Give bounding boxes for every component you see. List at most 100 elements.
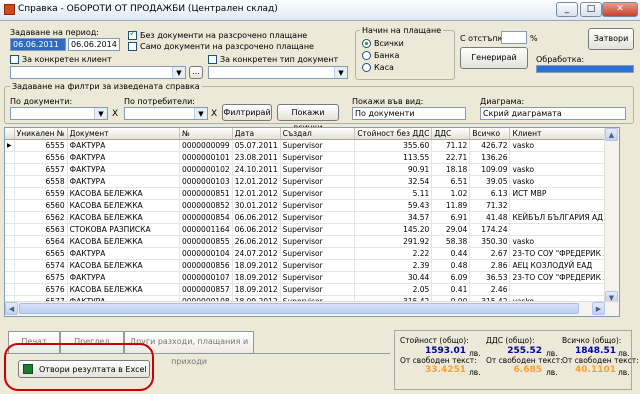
progress-label: Обработка: [536, 55, 585, 64]
vat-free-value: 6.685 [513, 365, 542, 375]
table-row[interactable]: 6563 СТОКОВА РАЗПИСКА 0000001164 06.06.2012… [5, 223, 619, 236]
table-row[interactable]: 6574 КАСОВА БЕЛЕЖКА 0000000856 18.09.2012 Su… [5, 259, 619, 272]
table-row[interactable]: 6557 ФАКТУРА 0000000102 24.10.2011 Superviso… [5, 163, 619, 176]
table-cell: Supervisor [280, 139, 356, 152]
table-cell: 18.09.2012 [232, 283, 281, 296]
table-cell: 36.53 [469, 271, 511, 284]
horizontal-scroll-thumb[interactable] [19, 303, 579, 314]
table-cell: КАСОВА БЕЛЕЖКА [67, 259, 180, 272]
column-header[interactable]: Създал [280, 128, 356, 140]
table-cell: 6.51 [431, 175, 471, 188]
table-cell: 174.24 [469, 223, 511, 236]
table-row[interactable]: 6576 КАСОВА БЕЛЕЖКА 0000000857 18.09.2012 Su… [5, 283, 619, 296]
only-credit-docs-checkbox[interactable] [128, 42, 137, 51]
row-selector[interactable] [5, 247, 15, 260]
close-button[interactable]: Затвори [588, 28, 634, 50]
client-checkbox[interactable] [10, 55, 19, 64]
table-cell: 6559 [14, 187, 68, 200]
row-selector[interactable] [5, 211, 15, 224]
current-row-indicator[interactable]: ▶ [5, 139, 15, 152]
table-cell: ФАКТУРА [67, 247, 180, 260]
table-cell: Supervisor [280, 199, 356, 212]
table-cell: 22.71 [431, 151, 471, 164]
table-row[interactable]: 6556 ФАКТУРА 0000000101 23.08.2011 Superviso… [5, 151, 619, 164]
client-dropdown[interactable]: ▼ [10, 66, 186, 79]
maximize-button[interactable]: □ [580, 2, 602, 17]
diagram-dropdown[interactable]: Скрий диаграмата [480, 107, 626, 120]
table-row[interactable]: 6562 КАСОВА БЕЛЕЖКА 0000000854 06.06.2012 Su… [5, 211, 619, 224]
horizontal-scrollbar[interactable]: ◀ ▶ [5, 301, 619, 316]
by-doc-dropdown[interactable]: ▼ [10, 107, 108, 120]
doc-type-checkbox[interactable] [208, 55, 217, 64]
row-selector[interactable] [5, 223, 15, 236]
row-selector[interactable] [5, 187, 15, 200]
vertical-scrollbar[interactable]: ▲ ▼ [604, 128, 619, 304]
table-cell: 0000000856 [179, 259, 233, 272]
row-selector[interactable] [5, 259, 15, 272]
table-cell: 0000000107 [179, 271, 233, 284]
table-cell: vasko [509, 175, 619, 188]
table-cell: 0000000851 [179, 187, 233, 200]
table-row[interactable]: 6575 ФАКТУРА 0000000107 18.09.2012 Superviso… [5, 271, 619, 284]
table-cell: Supervisor [280, 235, 356, 248]
column-header[interactable]: № [179, 128, 233, 140]
payment-all-label: Всички [374, 39, 404, 48]
column-header[interactable]: Дата [232, 128, 281, 140]
table-cell: Supervisor [280, 151, 356, 164]
table-cell: 90.91 [354, 163, 433, 176]
table-cell: 18.09.2012 [232, 259, 281, 272]
table-row[interactable]: ▶ 6555 ФАКТУРА 0000000099 05.07.2011 Supervis… [5, 139, 619, 152]
payment-bank-radio[interactable] [362, 51, 371, 60]
scroll-right-icon[interactable]: ▶ [592, 302, 605, 315]
column-header[interactable]: Стойност без ДДС [354, 128, 433, 140]
table-row[interactable]: 6560 КАСОВА БЕЛЕЖКА 0000000852 30.01.2012 Su… [5, 199, 619, 212]
minimize-button[interactable]: _ [556, 2, 578, 17]
column-header[interactable]: ДДС [431, 128, 471, 140]
doc-type-dropdown[interactable]: ▼ [208, 66, 348, 79]
generate-button[interactable]: Генерирай [460, 47, 528, 69]
row-selector[interactable] [5, 271, 15, 284]
payment-label: Начин на плащане [360, 26, 444, 35]
payment-all-radio[interactable] [362, 39, 371, 48]
row-selector[interactable] [5, 163, 15, 176]
annotation-oval [4, 343, 154, 391]
row-selector[interactable] [5, 199, 15, 212]
show-all-button[interactable]: Покажи всички [277, 104, 339, 132]
results-grid[interactable]: Уникален № Документ № Дата Създал Стойност бе… [4, 127, 620, 317]
date-from-field[interactable]: 06.06.2011 [10, 38, 66, 51]
table-row[interactable]: 6558 ФАКТУРА 0000000103 12.01.2012 Superviso… [5, 175, 619, 188]
payment-cash-radio[interactable] [362, 63, 371, 72]
grand-free-value: 40.1101 [575, 365, 616, 375]
column-header[interactable]: Клиент [509, 128, 619, 140]
row-selector[interactable] [5, 175, 15, 188]
filter-button[interactable]: Филтрирай [222, 104, 272, 121]
table-cell: КЕЙБЪЛ БЪЛГАРИЯ АД [509, 211, 619, 224]
row-selector[interactable] [5, 151, 15, 164]
table-row[interactable]: 6565 ФАКТУРА 0000000104 24.07.2012 Superviso… [5, 247, 619, 260]
table-row[interactable]: 6564 КАСОВА БЕЛЕЖКА 0000000855 26.06.2012 Su… [5, 235, 619, 248]
column-header[interactable]: Всичко [469, 128, 511, 140]
no-credit-docs-checkbox[interactable] [128, 29, 137, 40]
clear-user-filter-button[interactable]: X [211, 109, 217, 119]
discount-field[interactable] [501, 31, 527, 44]
table-cell: 11.89 [431, 199, 471, 212]
table-cell: ФАКТУРА [67, 271, 180, 284]
results-table: Уникален № Документ № Дата Създал Стойност бе… [5, 128, 619, 308]
date-to-field[interactable]: 06.06.2014 [68, 38, 120, 51]
table-row[interactable]: 6559 КАСОВА БЕЛЕЖКА 0000000851 12.01.2012 Su… [5, 187, 619, 200]
close-window-button[interactable]: ✕ [602, 2, 638, 17]
column-header[interactable]: Документ [67, 128, 180, 140]
row-selector[interactable] [5, 235, 15, 248]
table-cell: 06.06.2012 [232, 223, 281, 236]
show-as-dropdown[interactable]: По документи [352, 107, 466, 120]
table-cell: Supervisor [280, 187, 356, 200]
scroll-up-icon[interactable]: ▲ [605, 128, 618, 141]
net-free-label: От свободен текст: [400, 356, 477, 365]
row-selector[interactable] [5, 283, 15, 296]
table-cell: 32.54 [354, 175, 433, 188]
column-header[interactable]: Уникален № [14, 128, 68, 140]
client-browse-button[interactable]: ... [189, 66, 203, 79]
scroll-left-icon[interactable]: ◀ [5, 302, 18, 315]
by-user-dropdown[interactable]: ▼ [124, 107, 208, 120]
clear-doc-filter-button[interactable]: X [112, 109, 118, 119]
